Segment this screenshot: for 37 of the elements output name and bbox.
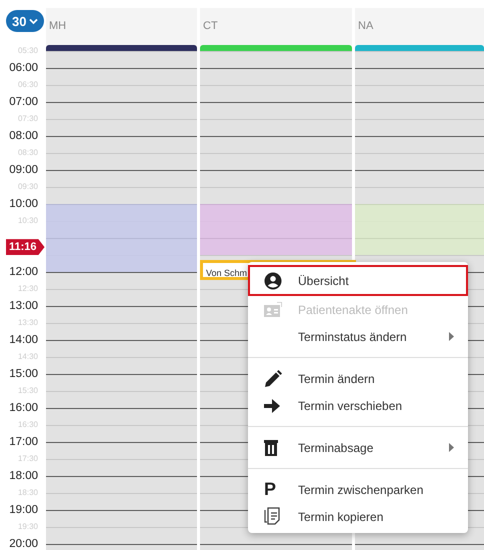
parking-icon: P bbox=[264, 479, 276, 500]
trash-icon bbox=[264, 439, 278, 456]
user-icon bbox=[264, 272, 282, 290]
column-name: MH bbox=[48, 19, 68, 32]
time-label: 20:00 bbox=[9, 537, 38, 550]
menu-item[interactable]: Übersicht bbox=[248, 265, 468, 296]
menu-item[interactable]: Terminstatus ändern bbox=[248, 323, 468, 350]
time-label: 07:00 bbox=[9, 95, 38, 110]
time-label: 16:00 bbox=[9, 401, 38, 416]
arrow-right-icon bbox=[264, 398, 280, 412]
interval-dropdown[interactable]: 30 bbox=[6, 10, 44, 32]
time-label: 14:00 bbox=[9, 333, 38, 348]
menu-item[interactable]: Termin verschieben bbox=[248, 392, 468, 419]
chevron-down-icon bbox=[29, 18, 38, 24]
menu-item[interactable]: Terminabsage bbox=[248, 434, 468, 461]
column-name: NA bbox=[357, 19, 374, 32]
time-label: 08:00 bbox=[9, 129, 38, 144]
time-label: 18:00 bbox=[9, 469, 38, 484]
time-label: 15:00 bbox=[9, 367, 38, 382]
time-label: 12:00 bbox=[9, 265, 38, 280]
appointment-block[interactable] bbox=[355, 204, 484, 255]
appointment-block[interactable] bbox=[200, 204, 352, 255]
menu-item[interactable]: Termin ändern bbox=[248, 365, 468, 392]
time-label: 06:00 bbox=[9, 61, 38, 76]
appointment-block[interactable] bbox=[46, 204, 197, 272]
time-label: 19:00 bbox=[9, 503, 38, 518]
current-time-marker: 11:16 bbox=[6, 239, 45, 256]
time-label: 10:00 bbox=[9, 197, 38, 212]
menu-item[interactable]: P Termin zwischenparken bbox=[248, 476, 468, 503]
column-name: CT bbox=[202, 19, 219, 32]
menu-item[interactable]: Termin kopieren bbox=[248, 503, 468, 530]
copy-icon bbox=[264, 507, 281, 526]
time-label: 17:00 bbox=[9, 435, 38, 450]
time-label: 13:00 bbox=[9, 299, 38, 314]
id-card-icon bbox=[264, 302, 282, 318]
time-label: 09:00 bbox=[9, 163, 38, 178]
pencil-icon bbox=[264, 370, 282, 388]
